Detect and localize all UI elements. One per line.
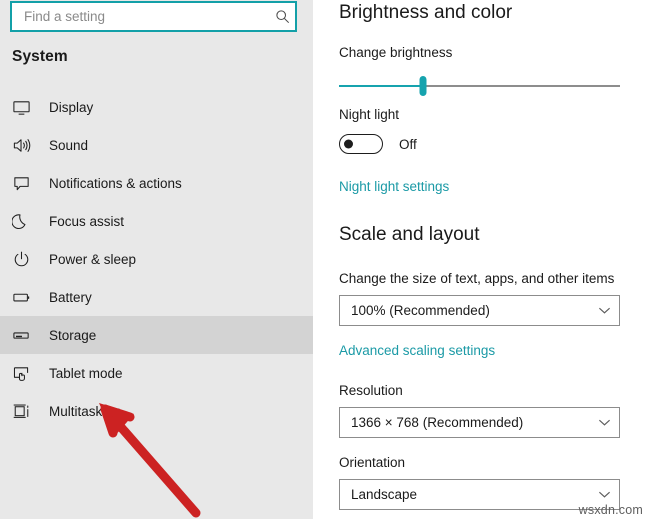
sidebar-item-focus-assist[interactable]: Focus assist [0, 202, 313, 240]
power-icon [12, 249, 40, 269]
brightness-slider[interactable] [339, 74, 620, 98]
chevron-down-icon[interactable] [589, 306, 619, 315]
sidebar-nav: Display Sound Notifications & actions Fo… [0, 88, 313, 430]
sidebar-item-sound[interactable]: Sound [0, 126, 313, 164]
toggle-knob [344, 139, 353, 149]
sidebar-item-label: Focus assist [49, 213, 125, 229]
night-light-state: Off [399, 136, 417, 152]
change-brightness-label: Change brightness [339, 45, 453, 60]
speech-bubble-icon [12, 173, 40, 193]
resolution-dropdown-value: 1366 × 768 (Recommended) [351, 415, 524, 430]
night-light-toggle-row: Off [339, 132, 417, 156]
advanced-scaling-settings-link[interactable]: Advanced scaling settings [339, 343, 495, 358]
night-light-settings-link[interactable]: Night light settings [339, 179, 449, 194]
sidebar-item-storage[interactable]: Storage [0, 316, 313, 354]
sidebar-item-multitasking[interactable]: Multitasking [0, 392, 313, 430]
sidebar-item-display[interactable]: Display [0, 88, 313, 126]
content-panel: Brightness and color Change brightness N… [313, 0, 649, 519]
scale-and-layout-heading: Scale and layout [339, 224, 480, 245]
settings-window: System Display [0, 0, 649, 519]
moon-icon [12, 211, 40, 231]
sidebar-item-label: Storage [49, 327, 97, 343]
resolution-label: Resolution [339, 383, 403, 398]
slider-fill [339, 85, 424, 87]
orientation-label: Orientation [339, 455, 406, 470]
night-light-toggle[interactable] [339, 134, 383, 154]
slider-thumb[interactable] [419, 76, 427, 96]
sidebar-item-tablet-mode[interactable]: Tablet mode [0, 354, 313, 392]
storage-drive-icon [12, 325, 40, 345]
sidebar: System Display [0, 0, 313, 519]
sidebar-item-label: Multitasking [49, 403, 121, 419]
multitasking-icon [12, 401, 40, 421]
sidebar-item-power-sleep[interactable]: Power & sleep [0, 240, 313, 278]
search-input[interactable] [12, 3, 269, 30]
search-icon[interactable] [269, 3, 295, 30]
sidebar-item-label: Battery [49, 289, 92, 305]
brightness-and-color-heading: Brightness and color [339, 2, 513, 23]
sidebar-item-label: Tablet mode [49, 365, 123, 381]
scale-dropdown-value: 100% (Recommended) [351, 303, 490, 318]
sidebar-item-battery[interactable]: Battery [0, 278, 313, 316]
sidebar-item-label: Notifications & actions [49, 175, 182, 191]
sidebar-item-label: Sound [49, 137, 89, 153]
sidebar-item-notifications[interactable]: Notifications & actions [0, 164, 313, 202]
change-size-label: Change the size of text, apps, and other… [339, 271, 615, 286]
chevron-down-icon[interactable] [589, 418, 619, 427]
orientation-dropdown-value: Landscape [351, 487, 418, 502]
watermark: wsxdn.com [578, 503, 643, 517]
search-box[interactable] [10, 1, 297, 32]
sidebar-item-label: Display [49, 99, 94, 115]
speaker-icon [12, 135, 40, 155]
scale-dropdown[interactable]: 100% (Recommended) [339, 295, 620, 326]
night-light-label: Night light [339, 107, 400, 122]
tablet-hand-icon [12, 363, 40, 383]
battery-icon [12, 287, 40, 307]
monitor-icon [12, 97, 40, 117]
chevron-down-icon[interactable] [589, 490, 619, 499]
resolution-dropdown[interactable]: 1366 × 768 (Recommended) [339, 407, 620, 438]
sidebar-item-label: Power & sleep [49, 251, 137, 267]
page-title: System [12, 48, 68, 65]
